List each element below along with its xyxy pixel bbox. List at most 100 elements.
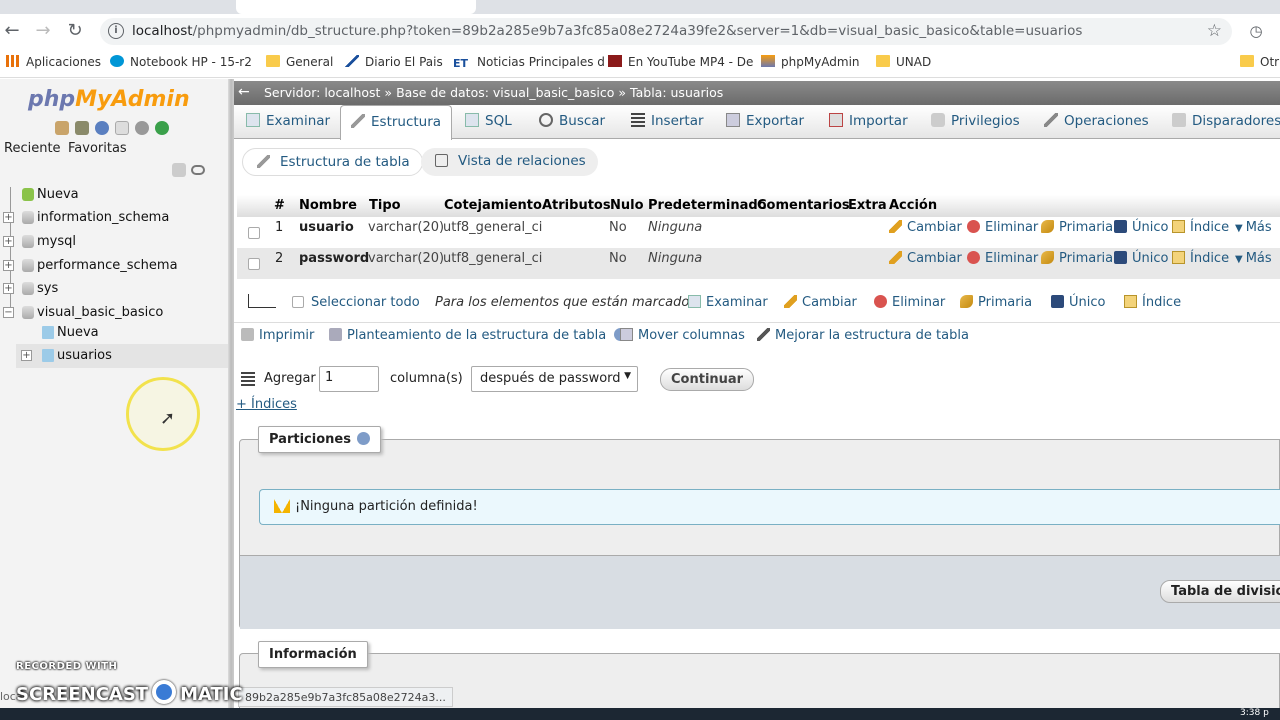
- bulk-unique[interactable]: Único: [1051, 295, 1105, 310]
- subtab-relation-view[interactable]: Vista de relaciones: [421, 148, 598, 176]
- tree-item-mysql[interactable]: + mysql: [3, 234, 76, 249]
- drop-action[interactable]: Eliminar: [967, 220, 1038, 235]
- subtree-item-usuarios[interactable]: + usuarios: [21, 348, 112, 363]
- table-row[interactable]: 2 password varchar(20) utf8_general_ci N…: [237, 248, 1280, 279]
- tab-recent[interactable]: Reciente: [4, 141, 61, 156]
- collapse-all-icon[interactable]: [172, 163, 186, 177]
- tab-search[interactable]: Buscar: [539, 113, 605, 129]
- tree-item-information-schema[interactable]: + information_schema: [3, 210, 169, 225]
- tab-triggers[interactable]: Disparadores: [1172, 113, 1280, 129]
- tab-operations[interactable]: Operaciones: [1044, 113, 1149, 129]
- row-checkbox[interactable]: [248, 258, 260, 270]
- expand-icon[interactable]: +: [3, 260, 14, 271]
- partition-table-button[interactable]: Tabla de divisione: [1160, 580, 1280, 603]
- change-action[interactable]: Cambiar: [889, 251, 962, 266]
- print-link[interactable]: Imprimir: [241, 328, 314, 343]
- tab-privileges[interactable]: Privilegios: [931, 113, 1020, 129]
- unique-action[interactable]: Único: [1114, 251, 1168, 266]
- tab-favorites[interactable]: Favoritas: [68, 141, 127, 156]
- extension-icon[interactable]: ◷: [1246, 21, 1266, 41]
- bulk-drop[interactable]: Eliminar: [874, 295, 945, 310]
- bookmark-apps[interactable]: Aplicaciones: [6, 55, 101, 69]
- bookmark-general[interactable]: General: [266, 55, 333, 69]
- subtab-table-structure[interactable]: Estructura de tabla: [242, 148, 423, 176]
- tree-item-visual-basic-basico[interactable]: − visual_basic_basico: [3, 305, 163, 320]
- collapse-sidebar-icon[interactable]: ←: [238, 84, 250, 100]
- move-columns-link[interactable]: Mover columnas: [620, 328, 745, 343]
- bulk-index[interactable]: Índice: [1124, 295, 1181, 310]
- continue-button[interactable]: Continuar: [660, 368, 755, 391]
- expand-icon[interactable]: +: [3, 212, 14, 223]
- status-url: 89b2a285e9b7a3fc85a08e2724a3...: [238, 687, 453, 707]
- select-all-label[interactable]: Seleccionar todo: [311, 295, 420, 310]
- indexes-link[interactable]: + Índices: [236, 397, 297, 412]
- refresh-icon[interactable]: [155, 121, 169, 135]
- select-all-checkbox[interactable]: [292, 296, 304, 308]
- bulk-primary[interactable]: Primaria: [960, 295, 1032, 310]
- link-icon[interactable]: [191, 165, 205, 175]
- bulk-browse[interactable]: Examinar: [688, 295, 768, 310]
- improve-structure-link[interactable]: Mejorar la estructura de tabla: [757, 328, 969, 343]
- help-icon[interactable]: [356, 432, 370, 445]
- expand-icon[interactable]: +: [21, 350, 32, 361]
- home-icon[interactable]: [55, 121, 69, 135]
- position-select[interactable]: después de password ▼: [471, 366, 638, 392]
- reload-icon[interactable]: ↻: [65, 21, 85, 41]
- browser-active-tab[interactable]: [236, 0, 476, 14]
- bookmark-other[interactable]: Otr: [1240, 55, 1279, 69]
- tab-browse[interactable]: Examinar: [246, 113, 330, 129]
- tab-export[interactable]: Exportar: [726, 113, 804, 129]
- index-icon: [1172, 251, 1185, 264]
- index-action[interactable]: Índice: [1172, 220, 1229, 235]
- tab-import[interactable]: Importar: [829, 113, 908, 129]
- propose-structure-link[interactable]: Planteamiento de la estructura de tabla: [329, 328, 628, 343]
- primary-action[interactable]: Primaria: [1041, 251, 1113, 266]
- unique-icon: [1114, 251, 1127, 264]
- bookmark-noticias[interactable]: ET Noticias Principales d: [453, 55, 605, 70]
- tab-structure[interactable]: Estructura: [340, 105, 453, 140]
- breadcrumb: ← Servidor: localhost » Base de datos: v…: [234, 81, 1280, 105]
- tab-sql[interactable]: SQL: [465, 113, 512, 129]
- change-action[interactable]: Cambiar: [889, 220, 962, 235]
- bookmark-hp[interactable]: Notebook HP - 15-r2: [110, 55, 252, 69]
- row-checkbox[interactable]: [248, 227, 260, 239]
- crumb-table[interactable]: Tabla: usuarios: [630, 85, 723, 100]
- bookmark-star-icon[interactable]: ☆: [1207, 21, 1222, 41]
- settings-gear-icon[interactable]: [135, 121, 149, 135]
- index-action[interactable]: Índice: [1172, 251, 1229, 266]
- tab-insert[interactable]: Insertar: [631, 113, 704, 129]
- database-icon: [22, 259, 34, 272]
- tree-item-sys[interactable]: + sys: [3, 281, 58, 296]
- subtree-item-new[interactable]: Nueva: [42, 325, 99, 340]
- back-icon[interactable]: ←: [2, 21, 22, 41]
- bookmark-diario[interactable]: Diario El Pais: [345, 55, 443, 69]
- bookmark-phpmyadmin[interactable]: phpMyAdmin: [761, 55, 860, 69]
- unique-action[interactable]: Único: [1114, 220, 1168, 235]
- address-bar[interactable]: i localhost/phpmyadmin/db_structure.php?…: [100, 18, 1232, 45]
- crumb-server[interactable]: Servidor: localhost: [264, 85, 380, 100]
- collapse-icon[interactable]: −: [3, 307, 14, 318]
- drop-action[interactable]: Eliminar: [967, 251, 1038, 266]
- logout-icon[interactable]: [75, 121, 89, 135]
- wand-icon: [757, 328, 770, 341]
- site-info-icon[interactable]: i: [108, 23, 124, 39]
- hp-icon: [110, 55, 124, 67]
- tree-item-new[interactable]: Nueva: [22, 187, 79, 202]
- forward-icon[interactable]: →: [33, 21, 53, 41]
- more-action[interactable]: ▼ Más: [1235, 251, 1272, 266]
- primary-action[interactable]: Primaria: [1041, 220, 1113, 235]
- chevron-down-icon: ▼: [1235, 254, 1243, 265]
- crumb-database[interactable]: Base de datos: visual_basic_basico: [396, 85, 614, 100]
- docs-icon[interactable]: [115, 121, 129, 135]
- bookmark-youtube[interactable]: En YouTube MP4 - De: [608, 55, 753, 69]
- expand-icon[interactable]: +: [3, 283, 14, 294]
- bulk-change[interactable]: Cambiar: [784, 295, 857, 310]
- table-row[interactable]: 1 usuario varchar(20) utf8_general_ci No…: [237, 217, 1280, 248]
- bookmark-unad[interactable]: UNAD: [876, 55, 931, 69]
- expand-icon[interactable]: +: [3, 236, 14, 247]
- column-count-input[interactable]: 1: [319, 366, 379, 392]
- help-icon[interactable]: [95, 121, 109, 135]
- more-action[interactable]: ▼ Más: [1235, 220, 1272, 235]
- tree-item-performance-schema[interactable]: + performance_schema: [3, 258, 178, 273]
- phpmyadmin-logo[interactable]: phpMyAdmin: [28, 87, 190, 112]
